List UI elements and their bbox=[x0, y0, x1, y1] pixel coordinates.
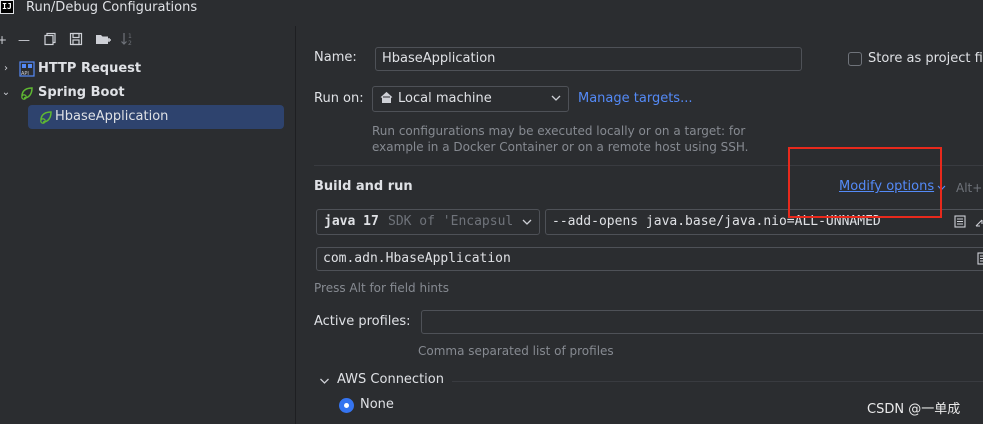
save-icon[interactable] bbox=[68, 32, 84, 48]
run-on-hint-line-1: Run configurations may be executed local… bbox=[372, 124, 746, 138]
tree-item-label: HTTP Request bbox=[38, 61, 142, 76]
aws-none-label: None bbox=[360, 397, 394, 412]
copy-icon[interactable] bbox=[42, 32, 58, 48]
store-as-project-file-checkbox[interactable] bbox=[848, 52, 862, 66]
spring-app-icon bbox=[38, 109, 54, 125]
run-on-hint-line-2: example in a Docker Container or on a re… bbox=[372, 140, 749, 154]
spring-boot-icon bbox=[19, 85, 35, 101]
svg-text:1: 1 bbox=[128, 33, 132, 40]
tree-item-label: HbaseApplication bbox=[55, 109, 169, 124]
modify-options-shortcut: Alt+ bbox=[956, 181, 983, 195]
name-label: Name: bbox=[314, 50, 357, 65]
name-field[interactable]: HbaseApplication bbox=[375, 47, 802, 71]
profiles-hint: Comma separated list of profiles bbox=[418, 344, 614, 358]
chevron-down-icon bbox=[522, 216, 532, 232]
store-as-project-file-label: Store as project fil bbox=[868, 51, 983, 66]
chevron-down-icon[interactable]: ⌄ bbox=[0, 81, 12, 105]
section-divider bbox=[452, 381, 983, 382]
watermark: CSDN @一单成 bbox=[867, 402, 961, 417]
tree-item-spring-boot[interactable]: ⌄ Spring Boot bbox=[0, 81, 296, 105]
home-icon bbox=[380, 91, 393, 108]
field-hint: Press Alt for field hints bbox=[314, 281, 449, 295]
manage-targets-link[interactable]: Manage targets... bbox=[578, 91, 692, 106]
window-title: Run/Debug Configurations bbox=[26, 0, 198, 15]
aws-connection-heading: AWS Connection bbox=[337, 372, 444, 387]
tree-item-label: Spring Boot bbox=[38, 85, 125, 100]
svg-text:API: API bbox=[21, 71, 29, 77]
aws-none-radio[interactable] bbox=[339, 398, 354, 413]
add-icon[interactable]: + bbox=[0, 32, 10, 48]
run-on-label: Run on: bbox=[314, 91, 364, 106]
chevron-right-icon[interactable]: › bbox=[0, 57, 12, 81]
main-class-field[interactable]: com.adn.HbaseApplication bbox=[316, 247, 983, 271]
active-profiles-field[interactable] bbox=[421, 310, 983, 334]
run-on-dropdown[interactable]: Local machine bbox=[372, 86, 569, 112]
browse-class-icon[interactable] bbox=[977, 252, 983, 269]
highlight-box bbox=[788, 147, 942, 218]
build-and-run-heading: Build and run bbox=[314, 179, 413, 194]
chevron-down-icon[interactable] bbox=[319, 375, 330, 391]
svg-text:2: 2 bbox=[128, 40, 132, 46]
configurations-sidebar: + — 12 › API HTTP Request ⌄ Spring Boot … bbox=[0, 26, 296, 424]
jdk-dropdown[interactable]: java 17 SDK of 'Encapsul bbox=[316, 209, 540, 235]
http-request-icon: API bbox=[19, 61, 35, 77]
chevron-down-icon bbox=[551, 92, 561, 108]
sort-icon[interactable]: 12 bbox=[120, 32, 136, 48]
intellij-logo-icon: IJ bbox=[0, 0, 14, 14]
new-folder-icon[interactable] bbox=[95, 32, 111, 48]
tree-item-hbase-application[interactable]: HbaseApplication bbox=[0, 105, 296, 129]
expand-field-icon[interactable] bbox=[974, 216, 983, 232]
tree-item-http-request[interactable]: › API HTTP Request bbox=[0, 57, 296, 81]
expand-text-icon[interactable] bbox=[954, 215, 966, 232]
remove-icon[interactable]: — bbox=[16, 32, 32, 48]
active-profiles-label: Active profiles: bbox=[314, 314, 411, 329]
title-bar: IJ Run/Debug Configurations bbox=[0, 0, 983, 26]
